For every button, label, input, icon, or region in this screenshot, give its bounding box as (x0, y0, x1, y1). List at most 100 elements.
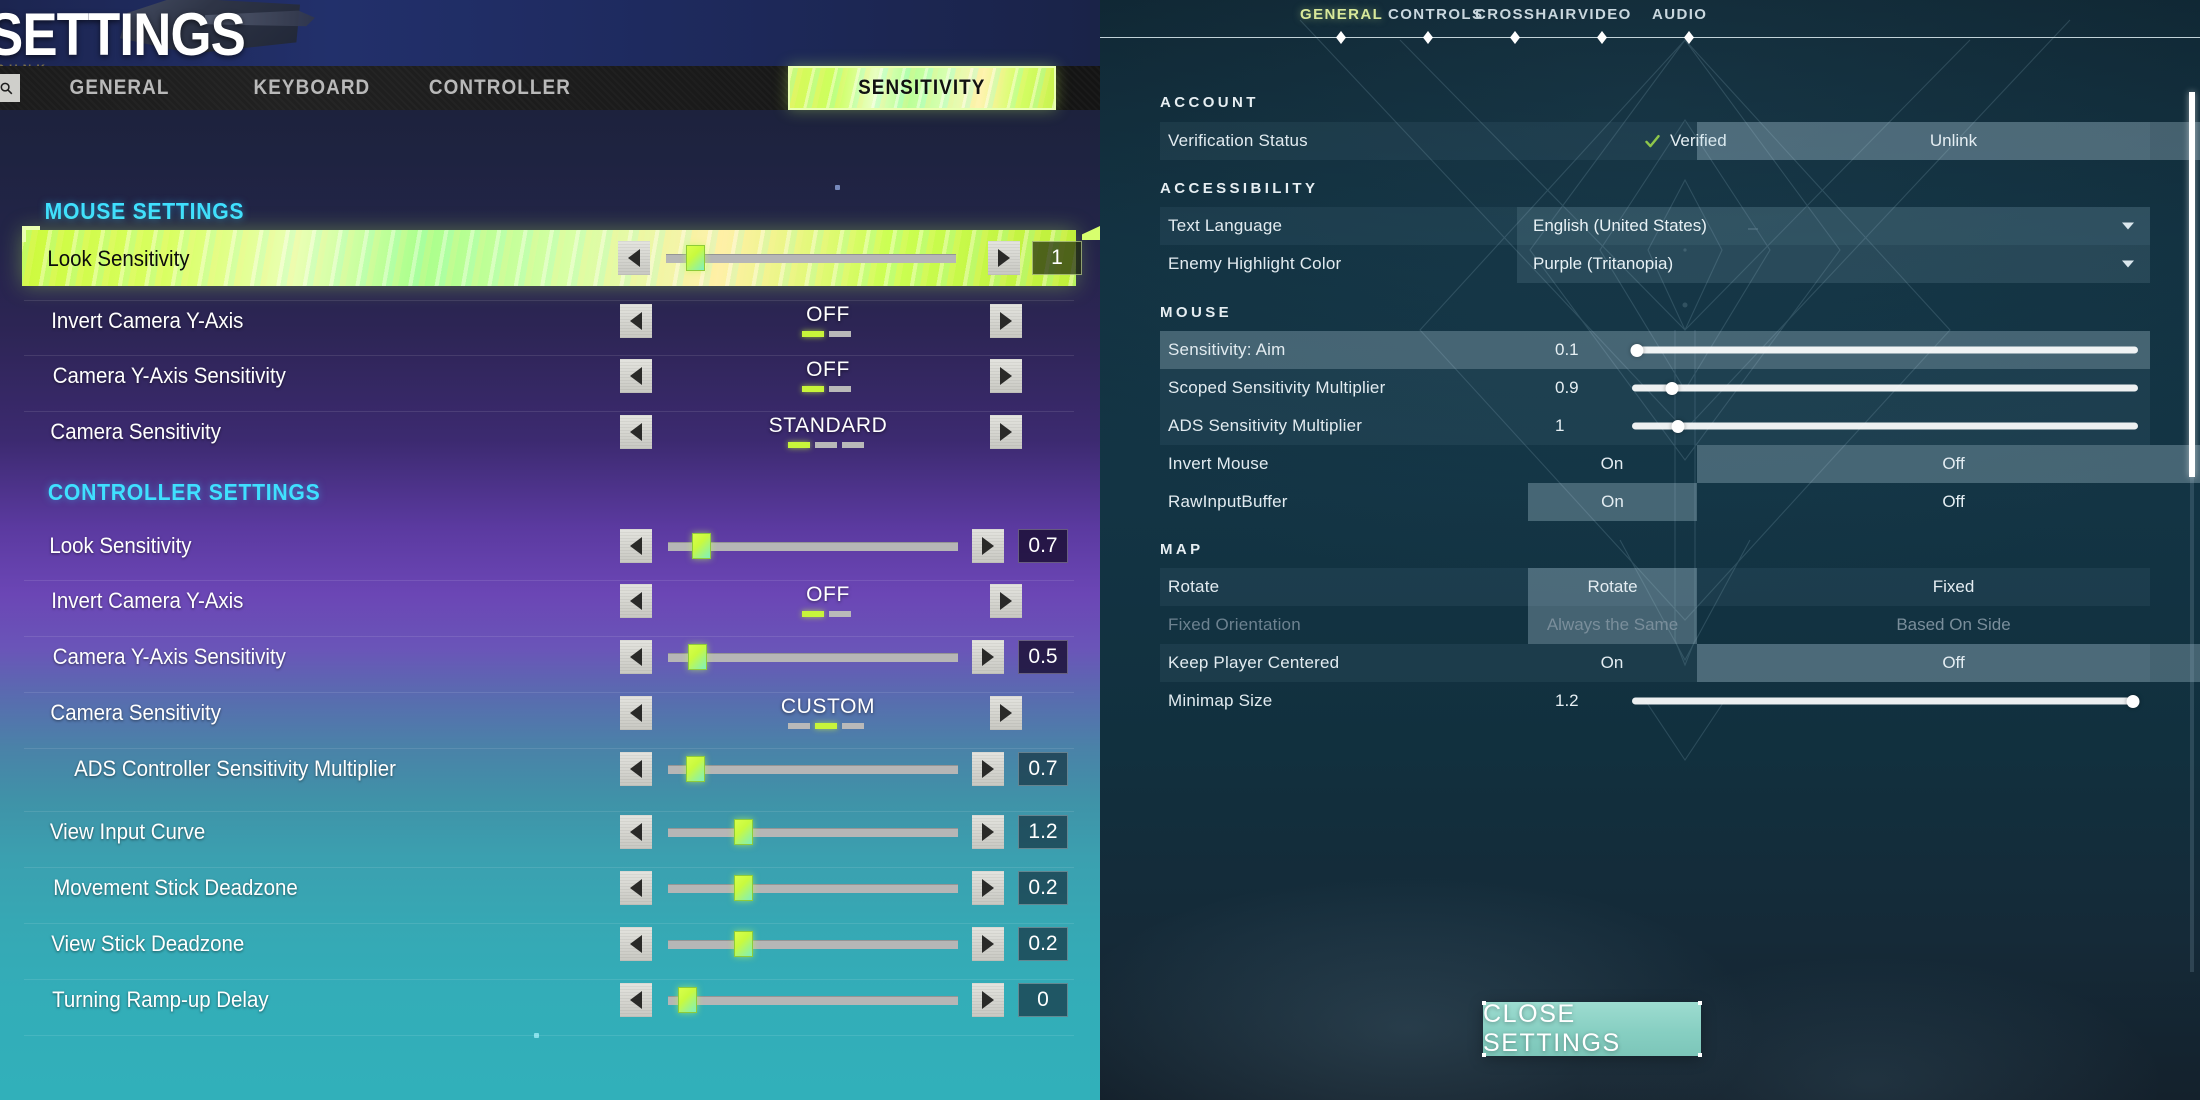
slider-track[interactable] (668, 828, 958, 837)
slider-knob[interactable] (1665, 381, 1679, 395)
text-language-dropdown[interactable]: English (United States) (1517, 207, 2150, 245)
decrease-arrow[interactable] (618, 241, 650, 275)
increase-arrow[interactable] (990, 584, 1022, 618)
row-text-language[interactable]: Text Language English (United States) (1160, 207, 2150, 245)
invert-mouse-off[interactable]: Off (1697, 445, 2200, 483)
row-ads-controller-sensitivity-multiplier[interactable]: ADS Controller Sensitivity Multiplier 0.… (24, 748, 1074, 788)
decrease-arrow[interactable] (620, 752, 652, 786)
slider-track[interactable] (668, 542, 958, 551)
enemy-highlight-color-dropdown[interactable]: Purple (Tritanopia) (1517, 245, 2150, 283)
decrease-arrow[interactable] (620, 415, 652, 449)
slider-track[interactable] (1630, 343, 2138, 357)
slider-knob[interactable] (688, 644, 707, 670)
decrease-arrow[interactable] (620, 584, 652, 618)
nav-diamond-controls[interactable] (1423, 31, 1433, 44)
slider-track[interactable] (668, 884, 958, 893)
unlink-button[interactable]: Unlink (1697, 122, 2200, 160)
row-movement-stick-deadzone[interactable]: Movement Stick Deadzone 0.2 (24, 867, 1074, 907)
rotate-option-fixed[interactable]: Fixed (1697, 568, 2200, 606)
row-view-stick-deadzone[interactable]: View Stick Deadzone 0.2 (24, 923, 1074, 963)
slider-knob[interactable] (686, 245, 705, 271)
row-enemy-highlight-color[interactable]: Enemy Highlight Color Purple (Tritanopia… (1160, 245, 2150, 283)
decrease-arrow[interactable] (620, 640, 652, 674)
slider-knob[interactable] (692, 533, 711, 559)
decrease-arrow[interactable] (620, 304, 652, 338)
row-invert-camera-y-controller[interactable]: Invert Camera Y-Axis OFF (24, 580, 1074, 620)
decrease-arrow[interactable] (620, 927, 652, 961)
slider-track[interactable] (668, 940, 958, 949)
decrease-arrow[interactable] (620, 696, 652, 730)
decrease-arrow[interactable] (620, 529, 652, 563)
row-keep-player-centered[interactable]: Keep Player Centered On Off (1160, 644, 2200, 682)
nav-diamond-audio[interactable] (1684, 31, 1694, 44)
row-minimap-size[interactable]: Minimap Size 1.2 (1160, 682, 2150, 720)
rtab-controls[interactable]: CONTROLS (1388, 6, 1483, 23)
slider-track[interactable] (668, 653, 958, 662)
tab-controller[interactable]: CONTROLLER (400, 66, 600, 110)
row-camera-y-sensitivity-controller[interactable]: Camera Y-Axis Sensitivity 0.5 (24, 636, 1074, 676)
increase-arrow[interactable] (972, 640, 1004, 674)
row-look-sensitivity-mouse[interactable]: Look Sensitivity 1 (22, 230, 1082, 286)
slider-knob[interactable] (734, 931, 753, 957)
increase-arrow[interactable] (990, 696, 1022, 730)
increase-arrow[interactable] (990, 304, 1022, 338)
row-camera-sensitivity-controller[interactable]: Camera Sensitivity CUSTOM (24, 692, 1074, 732)
slider-track[interactable] (668, 996, 958, 1005)
slider-track[interactable] (1632, 694, 2140, 708)
scrollbar-thumb[interactable] (2189, 92, 2195, 477)
increase-arrow[interactable] (972, 752, 1004, 786)
row-rotate[interactable]: Rotate Rotate Fixed (1160, 568, 2150, 606)
increase-arrow[interactable] (972, 983, 1004, 1017)
nav-diamond-crosshair[interactable] (1510, 31, 1520, 44)
slider-knob[interactable] (678, 987, 697, 1013)
search-icon[interactable] (0, 74, 20, 102)
rawinputbuffer-off[interactable]: Off (1697, 483, 2200, 521)
decrease-arrow[interactable] (620, 359, 652, 393)
nav-diamond-general[interactable] (1336, 31, 1346, 44)
decrease-arrow[interactable] (620, 983, 652, 1017)
tab-sensitivity[interactable]: SENSITIVITY (788, 66, 1056, 110)
slider-knob[interactable] (1630, 343, 1644, 357)
row-rawinputbuffer[interactable]: RawInputBuffer On Off (1160, 483, 2150, 521)
slider-track[interactable] (1632, 419, 2138, 433)
keep-player-centered-off[interactable]: Off (1697, 644, 2200, 682)
slider-knob[interactable] (686, 756, 705, 782)
row-turning-ramp-up-delay[interactable]: Turning Ramp-up Delay 0 (24, 979, 1074, 1019)
slider-knob[interactable] (2126, 694, 2140, 708)
increase-arrow[interactable] (990, 359, 1022, 393)
slider-track[interactable] (1632, 381, 2138, 395)
close-settings-button[interactable]: CLOSE SETTINGS (1482, 1000, 1702, 1057)
rtab-video[interactable]: VIDEO (1578, 6, 1632, 23)
tab-general[interactable]: GENERAL (40, 66, 200, 110)
row-view-input-curve[interactable]: View Input Curve 1.2 (24, 811, 1074, 851)
slider-knob[interactable] (734, 875, 753, 901)
decrease-arrow[interactable] (620, 815, 652, 849)
rawinputbuffer-on[interactable]: On (1528, 483, 1697, 521)
tab-keyboard[interactable]: KEYBOARD (232, 66, 392, 110)
row-ads-sensitivity-multiplier[interactable]: ADS Sensitivity Multiplier 1 (1160, 407, 2150, 445)
keep-player-centered-on[interactable]: On (1528, 644, 1696, 682)
row-scoped-sensitivity-multiplier[interactable]: Scoped Sensitivity Multiplier 0.9 (1160, 369, 2150, 407)
increase-arrow[interactable] (990, 415, 1022, 449)
row-camera-sensitivity-mouse[interactable]: Camera Sensitivity STANDARD (24, 411, 1074, 451)
row-look-sensitivity-controller[interactable]: Look Sensitivity 0.7 (24, 526, 1074, 566)
increase-arrow[interactable] (972, 815, 1004, 849)
invert-mouse-on[interactable]: On (1528, 445, 1696, 483)
row-invert-camera-y-mouse[interactable]: Invert Camera Y-Axis OFF (24, 300, 1074, 340)
increase-arrow[interactable] (972, 871, 1004, 905)
rtab-general[interactable]: GENERAL (1300, 6, 1383, 23)
decrease-arrow[interactable] (620, 871, 652, 905)
row-verification-status[interactable]: Verification Status Verified Unlink (1160, 122, 2200, 160)
increase-arrow[interactable] (972, 529, 1004, 563)
row-sensitivity-aim[interactable]: Sensitivity: Aim 0.1 (1160, 331, 2150, 369)
row-camera-y-sensitivity-mouse[interactable]: Camera Y-Axis Sensitivity OFF (24, 355, 1074, 395)
nav-diamond-video[interactable] (1597, 31, 1607, 44)
slider-knob[interactable] (1671, 419, 1685, 433)
slider-knob[interactable] (734, 819, 753, 845)
row-invert-mouse[interactable]: Invert Mouse On Off (1160, 445, 2200, 483)
rtab-audio[interactable]: AUDIO (1652, 6, 1707, 23)
increase-arrow[interactable] (972, 927, 1004, 961)
rotate-option-rotate[interactable]: Rotate (1528, 568, 1697, 606)
rtab-crosshair[interactable]: CROSSHAIR (1475, 6, 1578, 23)
slider-track[interactable] (666, 254, 956, 263)
